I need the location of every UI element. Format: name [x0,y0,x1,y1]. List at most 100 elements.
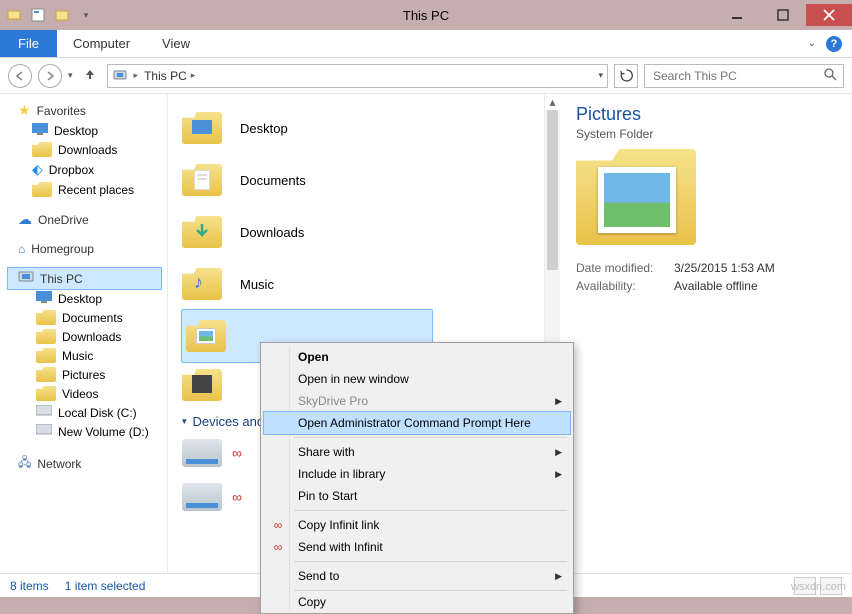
breadcrumb[interactable]: This PC ▸ [144,69,195,83]
ctx-share-with[interactable]: Share with▶ [264,441,570,463]
ctx-open-admin-cmd[interactable]: Open Administrator Command Prompt Here [264,412,570,434]
search-box[interactable] [644,64,844,88]
ctx-send-with-infinit[interactable]: ∞ Send with Infinit [264,536,570,558]
up-button[interactable] [79,67,101,84]
ctx-separator [294,437,567,438]
close-button[interactable] [806,4,852,26]
nav-item-label: New Volume (D:) [58,425,149,439]
desktop-icon [32,123,48,138]
address-dropdown-icon[interactable]: ▾ [598,70,603,81]
ctx-label: Open [298,350,329,364]
system-menu-icon[interactable] [6,7,22,23]
ctx-copy[interactable]: Copy [264,594,570,610]
meta-key: Availability: [576,279,666,293]
folder-music[interactable]: ♪ Music [182,258,560,310]
nav-item-desktop[interactable]: Desktop [18,121,167,140]
dropbox-icon: ⬖ [32,161,43,178]
nav-item-desktop[interactable]: Desktop [22,289,167,308]
file-tab[interactable]: File [0,30,57,57]
item-label: Desktop [240,121,288,136]
homegroup-icon: ⌂ [18,242,25,256]
meta-value: 3/25/2015 1:53 AM [674,261,775,275]
recent-locations-icon[interactable]: ▾ [68,70,73,81]
ctx-label: Open in new window [298,372,409,386]
ctx-copy-infinit-link[interactable]: ∞Copy Infinit link [264,514,570,536]
nav-item-downloads[interactable]: Downloads [22,327,167,346]
nav-label: Network [37,457,81,471]
folder-documents[interactable]: Documents [182,154,560,206]
ctx-open-new-window[interactable]: Open in new window [264,368,570,390]
nav-item-videos[interactable]: Videos [22,384,167,403]
nav-label: Homegroup [31,242,94,256]
ctx-label: Pin to Start [298,489,357,503]
nav-item-downloads[interactable]: Downloads [18,140,167,159]
drive-icon [36,405,52,420]
minimize-button[interactable] [714,4,760,26]
refresh-button[interactable] [614,64,638,88]
back-button[interactable] [8,64,32,88]
tab-view[interactable]: View [146,30,206,57]
nav-label: OneDrive [38,213,89,227]
nav-item-music[interactable]: Music [22,346,167,365]
qat-new-folder-icon[interactable] [54,7,70,23]
nav-onedrive[interactable]: ☁ OneDrive [18,209,167,230]
infinit-icon: ∞ [232,445,242,461]
search-icon[interactable] [824,68,837,84]
nav-label: Favorites [37,104,86,118]
meta-value: Available offline [674,279,758,293]
ribbon: File Computer View ⌄ ? [0,30,852,58]
forward-button[interactable] [38,64,62,88]
meta-key: Date modified: [576,261,666,275]
item-label: Music [240,277,274,292]
ctx-label: SkyDrive Pro [298,394,368,408]
ctx-open[interactable]: Open [264,346,570,368]
nav-item-recent-places[interactable]: Recent places [18,180,167,199]
nav-item-label: Documents [62,311,123,325]
item-label: Downloads [240,225,304,240]
infinit-icon: ∞ [270,539,286,555]
tab-computer[interactable]: Computer [57,30,146,57]
qat-properties-icon[interactable] [30,7,46,23]
details-title: Pictures [576,104,840,125]
maximize-button[interactable] [760,4,806,26]
infinit-icon: ∞ [270,517,286,533]
ctx-include-in-library[interactable]: Include in library▶ [264,463,570,485]
context-menu: Open Open in new window SkyDrive Pro▶ Op… [260,342,574,614]
ctx-label: Share with [298,445,355,459]
nav-item-documents[interactable]: Documents [22,308,167,327]
scroll-thumb[interactable] [547,110,558,270]
nav-favorites[interactable]: ★ Favorites [18,100,167,121]
nav-item-label: Recent places [58,183,134,197]
nav-item-pictures[interactable]: Pictures [22,365,167,384]
search-input[interactable] [651,68,824,84]
ctx-separator [294,561,567,562]
folder-icon [182,369,222,401]
address-box[interactable]: ▸ This PC ▸ ▾ [107,64,608,88]
nav-item-dropbox[interactable]: ⬖ Dropbox [18,159,167,180]
folder-icon [32,142,52,157]
qat-chevron-down-icon[interactable]: ▾ [78,7,94,23]
title-bar: ▾ This PC [0,0,852,30]
quick-access-toolbar: ▾ [0,7,94,23]
submenu-arrow-icon: ▶ [555,469,562,480]
nav-network[interactable]: 🖧 Network [18,451,167,476]
folder-icon [36,386,56,401]
help-icon[interactable]: ? [826,36,842,52]
ctx-label: Send to [298,569,339,583]
nav-homegroup[interactable]: ⌂ Homegroup [18,240,167,258]
nav-this-pc[interactable]: This PC [8,268,161,289]
crumb-chevron-icon[interactable]: ▸ [191,70,196,81]
ctx-pin-to-start[interactable]: Pin to Start [264,485,570,507]
folder-downloads[interactable]: Downloads [182,206,560,258]
ctx-skydrive-pro[interactable]: SkyDrive Pro▶ [264,390,570,412]
ctx-label: Send with Infinit [298,540,383,554]
scroll-up-icon[interactable]: ▴ [545,94,560,110]
nav-item-new-volume-d[interactable]: New Volume (D:) [22,422,167,441]
ribbon-expand-icon[interactable]: ⌄ [808,38,816,49]
navigation-pane: ★ Favorites Desktop Downloads ⬖ Dropbox … [0,94,168,573]
address-bar: ▾ ▸ This PC ▸ ▾ [0,58,852,94]
ctx-send-to[interactable]: Send to▶ [264,565,570,587]
crumb-chevron-icon[interactable]: ▸ [134,70,139,81]
nav-item-local-disk-c[interactable]: Local Disk (C:) [22,403,167,422]
folder-desktop[interactable]: Desktop [182,102,560,154]
